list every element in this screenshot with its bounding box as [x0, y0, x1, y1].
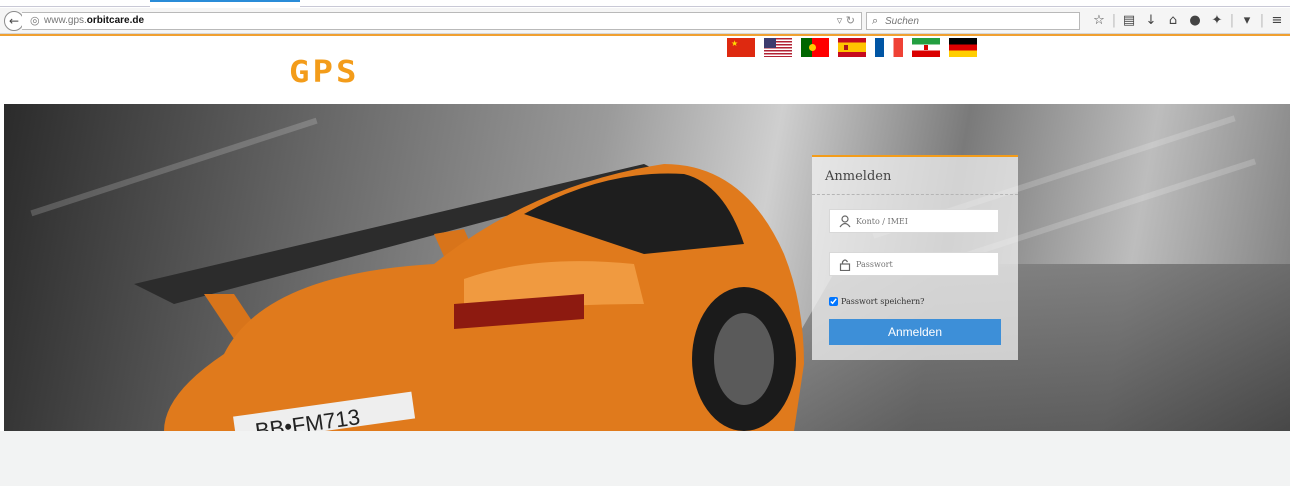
- lock-icon: [839, 258, 851, 272]
- back-button[interactable]: ←: [4, 11, 24, 31]
- search-icon: ⌕: [872, 14, 879, 27]
- password-field[interactable]: [829, 252, 999, 276]
- extension-icon[interactable]: ✦: [1206, 12, 1228, 30]
- footer-band: [0, 431, 1290, 486]
- globe-icon: ◎: [30, 14, 40, 27]
- url-text: www.gps.orbitcare.de: [44, 15, 145, 26]
- account-field[interactable]: [829, 209, 999, 233]
- remember-password: Passwort speichern?: [829, 297, 924, 306]
- account-input[interactable]: [856, 214, 994, 229]
- flag-china-icon[interactable]: ★: [727, 38, 755, 57]
- dropdown-icon[interactable]: ▾: [1236, 12, 1258, 30]
- login-panel: Anmelden Passwort speichern? Anmelden: [812, 155, 1018, 360]
- reload-icon[interactable]: ▿ ↻: [837, 14, 855, 27]
- menu-icon[interactable]: ≡: [1266, 12, 1288, 30]
- header-rule: [0, 34, 1290, 36]
- flag-germany-icon[interactable]: [949, 38, 977, 57]
- toolbar-separator: |: [1259, 13, 1265, 28]
- active-tab[interactable]: [150, 0, 300, 8]
- tab-strip: [0, 0, 1290, 8]
- bookmark-star-icon[interactable]: ☆: [1088, 12, 1110, 30]
- user-icon: [839, 215, 851, 228]
- flag-spain-icon[interactable]: [838, 38, 866, 57]
- toolbar-icons: ☆ | ▤ ↓ ⌂ ● ✦ | ▾ | ≡: [1088, 12, 1288, 30]
- address-bar[interactable]: ◎ www.gps.orbitcare.de ▿ ↻: [22, 12, 862, 30]
- hero-banner: BB•FM713 Anmelden Passwort speichern? An…: [4, 104, 1290, 431]
- navigation-toolbar: ← ◎ www.gps.orbitcare.de ▿ ↻ ⌕ ☆ | ▤ ↓ ⌂…: [0, 8, 1290, 34]
- flag-france-icon[interactable]: [875, 38, 903, 57]
- sports-car-image: BB•FM713: [134, 164, 804, 431]
- search-input[interactable]: [885, 14, 1075, 28]
- password-input[interactable]: [856, 257, 994, 272]
- login-title: Anmelden: [825, 169, 892, 184]
- reading-list-icon[interactable]: ▤: [1118, 12, 1140, 30]
- language-selector: ★: [727, 38, 977, 57]
- site-logo[interactable]: GPS: [289, 54, 359, 90]
- search-bar[interactable]: ⌕: [866, 12, 1080, 30]
- flag-portugal-icon[interactable]: [801, 38, 829, 57]
- login-button[interactable]: Anmelden: [829, 319, 1001, 345]
- remember-label[interactable]: Passwort speichern?: [841, 297, 924, 306]
- toolbar-separator: |: [1229, 13, 1235, 28]
- login-divider: [812, 194, 1018, 195]
- remember-checkbox[interactable]: [829, 297, 838, 306]
- home-icon[interactable]: ⌂: [1162, 12, 1184, 30]
- chat-icon[interactable]: ●: [1184, 12, 1206, 30]
- toolbar-separator: |: [1111, 13, 1117, 28]
- flag-usa-icon[interactable]: [764, 38, 792, 57]
- flag-iran-icon[interactable]: [912, 38, 940, 57]
- download-icon[interactable]: ↓: [1140, 12, 1162, 30]
